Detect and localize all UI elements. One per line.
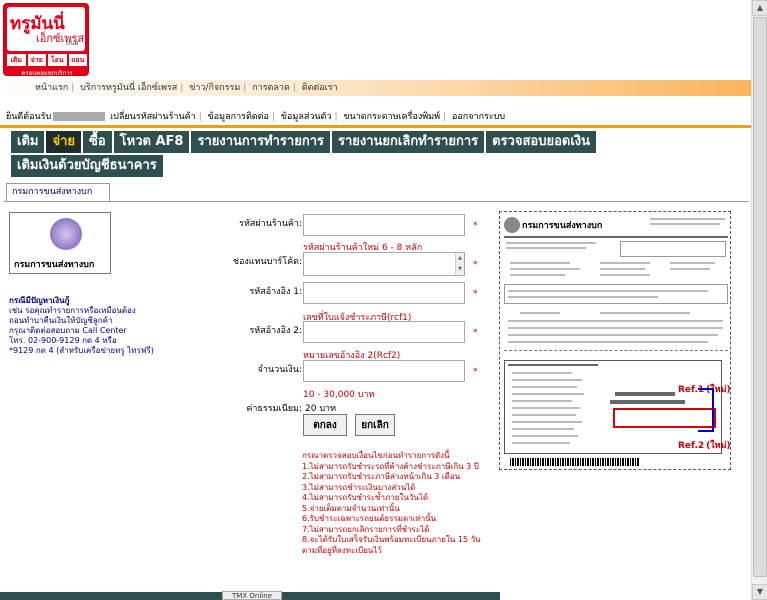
logo-button-pay: จ่าย	[27, 54, 46, 66]
fee-value: 20 บาท	[305, 404, 337, 414]
required-mark: *	[473, 289, 478, 299]
note-item: 3.ไม่สามารถชำระเงินบางส่วนได้	[302, 482, 416, 492]
logo-brand: true	[66, 40, 79, 47]
printer-paper-link[interactable]: ขนาดกระดาษเครื่องพิมพ์	[343, 112, 440, 122]
ref2-label: รหัสอ้างอิง 2:	[249, 326, 302, 336]
required-mark: *	[473, 367, 478, 377]
page: { "logo": { "title": "ทรูมันนี่", "subti…	[0, 0, 767, 600]
welcome-text: ยินดีต้อนรับ	[6, 112, 52, 122]
tab-transaction-report[interactable]: รายงานการทำรายการ	[191, 131, 330, 153]
subtab-divider	[4, 201, 749, 202]
truemoney-express-logo[interactable]: ทรูมันนี่ เอ็กซ์เพรส true เติม จ่าย โอน …	[3, 3, 89, 77]
fee-label: ค่าธรรมเนียม:	[246, 404, 302, 414]
note-item: 1.ไม่สามารถรับชำระรถที่ค้างค้างชำระภาษีเ…	[302, 461, 479, 471]
required-mark: *	[473, 328, 478, 338]
store-password-label: รหัสผ่านร้านค้า:	[239, 219, 302, 229]
note-item: 7.ไม่สามารถยกเลิกรายการที่ชำระได้	[302, 524, 430, 534]
note-item: 2.ไม่สามารถรับชำระภาษีล่วงหน้าเกิน 3 เดื…	[302, 472, 461, 481]
support-line: *9129 กด 4 (สำหรับเครือข่ายทรู ไทรฟรี)	[9, 346, 154, 355]
support-line: เช่น รอคุณทำรายการหรือเหมือนต้อง	[9, 306, 136, 315]
logo-button-withdraw: ถอน	[68, 54, 87, 66]
profile-link[interactable]: ข้อมูลส่วนตัว	[281, 112, 332, 122]
tab-vote-af8[interactable]: โหวต AF8	[113, 131, 190, 153]
sample-bill-image: กรมการขนส่งทางบก Ref.1 (ใหม่) Ref.2 (ใหม่)	[499, 211, 731, 470]
support-line: ถอนทำบาคืนเงินให้บัญชีลูกค้า	[9, 316, 113, 325]
bill-barcode-icon	[510, 458, 640, 466]
top-navigation: หน้าแรก | บริการทรูมันนี่ เอ็กซ์เพรส | ข่า…	[0, 80, 751, 96]
nav-separator: |	[334, 112, 338, 122]
bill-ref2-label: Ref.2 (ใหม่)	[678, 438, 731, 452]
logout-link[interactable]: ออกจากระบบ	[452, 112, 505, 122]
required-mark: *	[473, 260, 478, 270]
nav-separator: |	[180, 83, 184, 93]
nav-home[interactable]: หน้าแรก	[35, 83, 68, 93]
support-line: โทร. 02-900-9129 กด 4 หรือ	[9, 336, 117, 345]
change-password-link[interactable]: เปลี่ยนรหัสผ่านร้านค้า	[110, 112, 196, 122]
bill-ref2-text: Ref.2	[678, 441, 705, 451]
note-item: ตามที่อยู่ที่ลงทะเบียนไว้	[302, 545, 382, 555]
tab-check-balance[interactable]: ตรวจสอบยอดเงิน	[486, 131, 596, 153]
vertical-scrollbar[interactable]: ▲ ▼	[751, 0, 767, 600]
note-item: 8.จะได้รับใบเสร็จรับเงินพร้อมทะเบียนภายใ…	[302, 535, 481, 544]
logo-buttons: เติม จ่าย โอน ถอน	[7, 54, 87, 66]
nav-separator: |	[292, 83, 296, 93]
required-mark: *	[473, 221, 478, 231]
textarea-scroll-icon[interactable]: ▲ ▼	[455, 253, 464, 275]
subtab-dlt[interactable]: กรมการขนส่งทางบก	[6, 183, 110, 201]
bill-ref-bracket	[698, 388, 714, 432]
support-heading: กรณีมีปัญหาเงินกู้	[9, 296, 70, 305]
tab-pay[interactable]: จ่าย	[46, 131, 82, 153]
ref1-input[interactable]	[303, 282, 465, 304]
note-item: 5.จ่ายเต็มตามจำนวนเท่านั้น	[302, 503, 400, 513]
footer-label: TMX Online	[222, 591, 282, 600]
bill-header: กรมการขนส่งทางบก	[522, 221, 603, 231]
nav-separator: |	[243, 83, 247, 93]
tab-topup[interactable]: เติม	[11, 131, 45, 153]
note-item: 6.รับชำระเฉพาะรถยนต์ธรรมดาเท่านั้น	[302, 514, 437, 523]
dlt-emblem-icon	[50, 218, 82, 250]
logo-button-topup: เติม	[7, 54, 26, 66]
contact-info-link[interactable]: ข้อมูลการติดต่อ	[208, 112, 269, 122]
scroll-thumb[interactable]	[753, 17, 767, 577]
amount-input[interactable]	[303, 360, 465, 382]
dlt-logo-name: กรมการขนส่งทางบก	[14, 260, 95, 270]
nav-news[interactable]: ข่าว/กิจกรรม	[189, 83, 240, 93]
dlt-logo: กรมการขนส่งทางบก	[9, 212, 111, 274]
account-navigation: ยินดีต้อนรับ เปลี่ยนรหัสผ่านร้านค้า | ข้อ…	[6, 110, 751, 124]
scroll-down-arrow-icon[interactable]: ▼	[752, 584, 767, 600]
ref2-input[interactable]	[303, 321, 465, 343]
scroll-up-arrow-icon[interactable]: ▲	[752, 0, 767, 16]
support-line: กรุณาติดต่อสอบถาม Call Center	[9, 326, 127, 335]
conditions-notes: กรณาตรวจสอบเงื่อนไขก่อนทำรายการดังนี้ 1.…	[302, 451, 522, 556]
note-item: 4.ไม่สามารถรับชำระซ้ำภายในวันได้	[302, 493, 429, 502]
nav-marketing[interactable]: การตลาด	[252, 83, 290, 93]
logo-button-transfer: โอน	[48, 54, 67, 66]
nav-separator: |	[443, 112, 447, 122]
ref1-label: รหัสอ้างอิง 1:	[249, 287, 302, 297]
main-tabs: เติม จ่าย ซื้อ โหวต AF8 รายงานการทำรายกา…	[11, 131, 661, 179]
support-info: กรณีมีปัญหาเงินกู้ เช่น รอคุณทำรายการหรื…	[9, 296, 159, 356]
barcode-textarea[interactable]	[303, 252, 465, 276]
tab-buy[interactable]: ซื้อ	[83, 131, 112, 153]
bill-cut-line	[504, 350, 728, 351]
masked-username	[53, 112, 106, 121]
cancel-button[interactable]: ยกเลิก	[355, 414, 395, 436]
nav-services[interactable]: บริการทรูมันนี่ เอ็กซ์เพรส	[80, 83, 177, 93]
amount-label: จำนวนเงิน:	[257, 365, 302, 375]
nav-separator: |	[198, 112, 202, 122]
store-password-input[interactable]	[303, 214, 465, 236]
logo-tagline: ครอบคลุมทุกบริการ	[21, 70, 73, 77]
bill-ref2-tag: (ใหม่)	[706, 441, 731, 451]
amount-hint: 10 - 30,000 บาท	[303, 390, 375, 400]
nav-separator: |	[271, 112, 275, 122]
bill-emblem-icon	[504, 217, 520, 233]
confirm-button[interactable]: ตกลง	[303, 414, 347, 436]
barcode-label: ช่องแทนบาร์โค้ด:	[232, 257, 302, 267]
nav-contact[interactable]: ติดต่อเรา	[302, 83, 338, 93]
nav-separator: |	[71, 83, 75, 93]
tab-bank-topup[interactable]: เติมเงินด้วยบัญชีธนาคาร	[11, 155, 163, 177]
orange-divider	[0, 125, 751, 128]
tab-cancel-report[interactable]: รายงานยกเลิกทำรายการ	[331, 131, 485, 153]
notes-title: กรณาตรวจสอบเงื่อนไขก่อนทำรายการดังนี้	[302, 451, 450, 460]
